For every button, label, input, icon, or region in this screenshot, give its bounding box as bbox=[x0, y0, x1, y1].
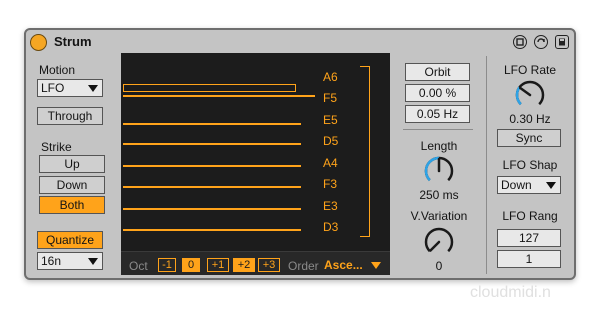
strum-line bbox=[123, 208, 301, 210]
device-power-button[interactable] bbox=[30, 34, 47, 51]
lfo-shape-label: LFO Shap bbox=[502, 158, 558, 172]
order-label: Order bbox=[288, 259, 319, 273]
percent-field[interactable]: 0.00 % bbox=[405, 84, 470, 102]
strum-line bbox=[123, 143, 301, 145]
knob-needle bbox=[519, 86, 532, 97]
vvariation-label: V.Variation bbox=[410, 209, 468, 223]
strum-line bbox=[123, 165, 301, 167]
hot-swap-icon[interactable] bbox=[534, 35, 548, 49]
note-label: A4 bbox=[323, 156, 338, 170]
lfo-shape-select[interactable]: Down bbox=[497, 176, 561, 194]
quantize-button[interactable]: Quantize bbox=[37, 231, 103, 249]
note-label: F3 bbox=[323, 177, 338, 191]
through-button[interactable]: Through bbox=[37, 107, 103, 125]
strum-display: A6 F5 E5 D5 A4 F3 E3 D3 Oct -1 0 +1 +2 +… bbox=[121, 53, 390, 275]
device-title-bar: Strum bbox=[26, 30, 574, 54]
strike-both-button[interactable]: Both bbox=[39, 196, 105, 214]
hz-field[interactable]: 0.05 Hz bbox=[405, 105, 470, 123]
note-label: A6 bbox=[323, 70, 338, 84]
oct-plus3-button[interactable]: +3 bbox=[258, 258, 280, 272]
vvariation-knob[interactable] bbox=[422, 225, 456, 259]
sync-button[interactable]: Sync bbox=[497, 129, 561, 147]
note-label: D3 bbox=[323, 220, 339, 234]
lfo-range-label: LFO Rang bbox=[502, 209, 558, 223]
strike-down-button[interactable]: Down bbox=[39, 176, 105, 194]
oct-label: Oct bbox=[129, 259, 148, 273]
knob-track bbox=[424, 227, 454, 253]
motion-select[interactable]: LFO bbox=[37, 79, 103, 97]
chevron-down-icon bbox=[88, 84, 98, 92]
strum-line bbox=[123, 123, 301, 125]
note-label: E5 bbox=[323, 113, 338, 127]
lfo-rate-label: LFO Rate bbox=[503, 63, 557, 77]
knob-arc bbox=[424, 156, 440, 182]
chevron-down-icon[interactable] bbox=[371, 262, 381, 269]
lfo-rate-value: 0.30 Hz bbox=[509, 112, 551, 126]
watermark: cloudmidi.n bbox=[470, 284, 551, 301]
strum-device: Strum Motion LFO Through Strike Up Down … bbox=[24, 28, 576, 280]
mode-field[interactable]: Orbit bbox=[405, 63, 470, 81]
lfo-rate-knob[interactable] bbox=[513, 78, 547, 112]
note-range-bracket bbox=[360, 66, 370, 237]
map-icon[interactable] bbox=[513, 35, 527, 49]
length-label: Length bbox=[420, 139, 458, 153]
oct-plus1-button[interactable]: +1 bbox=[207, 258, 229, 272]
knob-track bbox=[515, 80, 545, 106]
motion-label: Motion bbox=[39, 63, 76, 77]
strum-line bbox=[123, 229, 301, 231]
display-footer: Oct -1 0 +1 +2 +3 Order Asce... bbox=[121, 251, 390, 275]
divider bbox=[403, 129, 473, 130]
column-separator bbox=[486, 56, 487, 274]
order-value[interactable]: Asce... bbox=[324, 258, 363, 272]
note-label: E3 bbox=[323, 199, 338, 213]
motion-value: LFO bbox=[41, 81, 65, 95]
oct-minus1-button[interactable]: -1 bbox=[158, 258, 176, 272]
quantize-select[interactable]: 16n bbox=[37, 252, 103, 270]
device-title: Strum bbox=[54, 34, 92, 49]
note-label: F5 bbox=[323, 91, 338, 105]
oct-plus2-button[interactable]: +2 bbox=[233, 258, 255, 272]
strum-line bbox=[123, 84, 296, 92]
length-knob[interactable] bbox=[422, 154, 456, 188]
lfo-range-min[interactable]: 1 bbox=[497, 250, 561, 268]
strike-up-button[interactable]: Up bbox=[39, 155, 105, 173]
lfo-range-max[interactable]: 127 bbox=[497, 229, 561, 247]
knob-needle bbox=[429, 240, 441, 252]
chevron-down-icon bbox=[546, 181, 556, 189]
chevron-down-icon bbox=[88, 257, 98, 265]
quantize-value: 16n bbox=[41, 254, 62, 268]
length-value: 250 ms bbox=[419, 188, 459, 202]
save-preset-icon[interactable] bbox=[555, 35, 569, 49]
oct-0-button[interactable]: 0 bbox=[182, 258, 200, 272]
lfo-shape-value: Down bbox=[501, 178, 532, 192]
knob-arc bbox=[515, 86, 522, 106]
strum-line bbox=[123, 186, 301, 188]
note-label: D5 bbox=[323, 134, 339, 148]
vvariation-value: 0 bbox=[435, 259, 443, 273]
strike-label: Strike bbox=[41, 140, 72, 154]
strum-line bbox=[123, 95, 315, 97]
